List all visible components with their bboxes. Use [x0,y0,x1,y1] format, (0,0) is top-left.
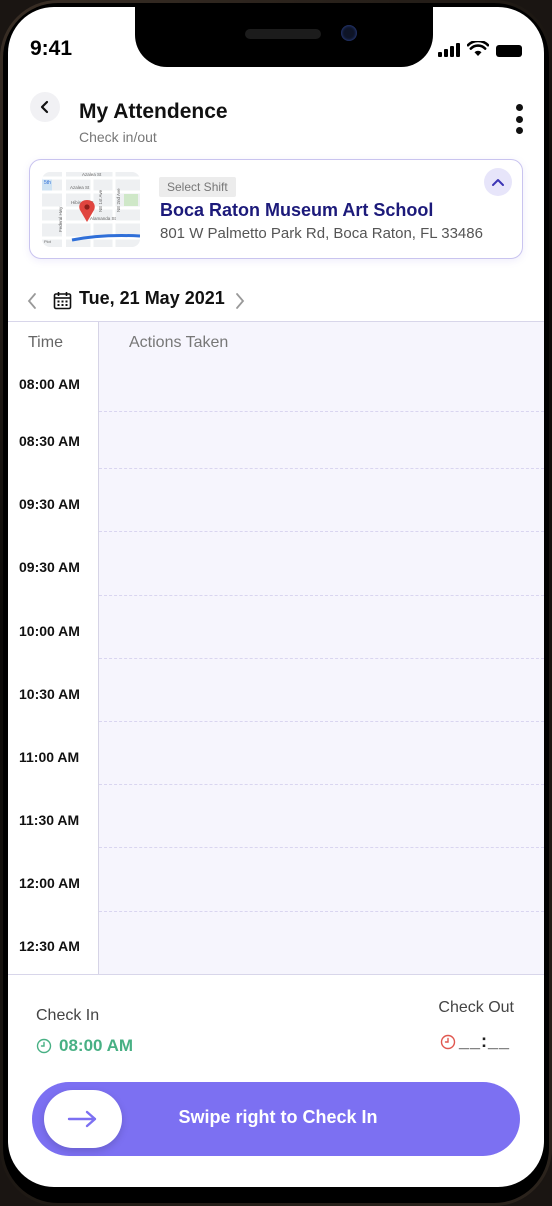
status-time: 9:41 [30,37,73,60]
signal-icon [438,41,460,57]
slot-divider [99,847,544,848]
date-navigator: Tue, 21 May 2021 [8,286,544,316]
time-slot: 12:30 AM [19,938,80,954]
check-out-time: __:__ [440,1031,510,1052]
check-in-value: 08:00 AM [59,1036,134,1055]
calendar-icon [53,292,72,310]
more-vertical-icon[interactable] [514,104,524,134]
slot-divider [99,658,544,659]
slot-divider [99,595,544,596]
svg-text:NE 2nd Ave: NE 2nd Ave [116,188,121,212]
check-in-label: Check In [36,1007,100,1024]
chevron-up-icon [492,179,504,186]
svg-text:Alamanda St: Alamanda St [90,216,117,221]
notch [135,7,433,67]
wifi-icon [467,41,489,56]
time-slot: 11:30 AM [19,812,80,828]
page-subtitle: Check in/out [79,129,157,145]
back-arrow-icon [40,100,49,114]
actions-header: Actions Taken [129,334,229,351]
select-shift-label[interactable]: Select Shift [159,177,236,197]
selected-date[interactable]: Tue, 21 May 2021 [79,288,225,309]
check-out-label: Check Out [438,999,514,1016]
check-in-time: 08:00 AM [36,1036,133,1056]
status-icons [438,41,522,57]
location-address: 801 W Palmetto Park Rd, Boca Raton, FL 3… [160,225,483,242]
speaker [245,29,321,39]
clock-icon [36,1038,52,1054]
actions-column[interactable] [99,322,544,974]
check-out-value: __:__ [458,1031,510,1051]
header: My Attendence Check in/out Azalea St Aza… [8,83,544,283]
time-slot: 11:00 AM [19,749,80,765]
svg-text:NE 1st Ave: NE 1st Ave [98,189,103,212]
swipe-handle[interactable] [44,1090,122,1148]
time-slot: 09:30 AM [19,496,80,512]
map-thumbnail: Azalea St Azalea St Hibiscus St Alamanda… [42,172,140,247]
camera [341,25,357,41]
swipe-label: Swipe right to Check In [178,1107,378,1127]
collapse-button[interactable] [484,168,512,196]
time-slot: 10:00 AM [19,623,80,639]
time-header: Time [28,334,63,351]
page-title: My Attendence [79,100,228,123]
location-card[interactable]: Azalea St Azalea St Hibiscus St Alamanda… [29,159,523,259]
svg-text:Plot: Plot [44,239,52,244]
time-slot: 08:30 AM [19,433,80,449]
timeline: Time Actions Taken 08:00 AM 08:30 AM 09:… [8,321,544,975]
slot-divider [99,411,544,412]
clock-icon [440,1034,456,1049]
slot-divider [99,911,544,912]
svg-text:Azalea St: Azalea St [82,172,102,177]
chevron-left-icon[interactable] [26,292,38,310]
location-name: Boca Raton Museum Art School [160,200,434,220]
svg-text:5th: 5th [44,180,51,186]
time-slot: 12:00 AM [19,875,80,891]
time-slot: 10:30 AM [19,686,80,702]
back-button[interactable] [30,92,60,122]
slot-divider [99,721,544,722]
battery-icon [496,45,522,57]
slot-divider [99,784,544,785]
time-slot: 08:00 AM [19,376,80,392]
arrow-right-icon [67,1110,97,1128]
svg-text:Azalea St: Azalea St [70,185,90,190]
app-screen: 9:41 My Attendence Check in/out Azalea S… [8,7,544,1187]
chevron-right-icon[interactable] [234,292,246,310]
slot-divider [99,531,544,532]
time-slot: 09:30 AM [19,559,80,575]
slot-divider [99,468,544,469]
svg-text:Federal Hwy: Federal Hwy [58,206,63,232]
